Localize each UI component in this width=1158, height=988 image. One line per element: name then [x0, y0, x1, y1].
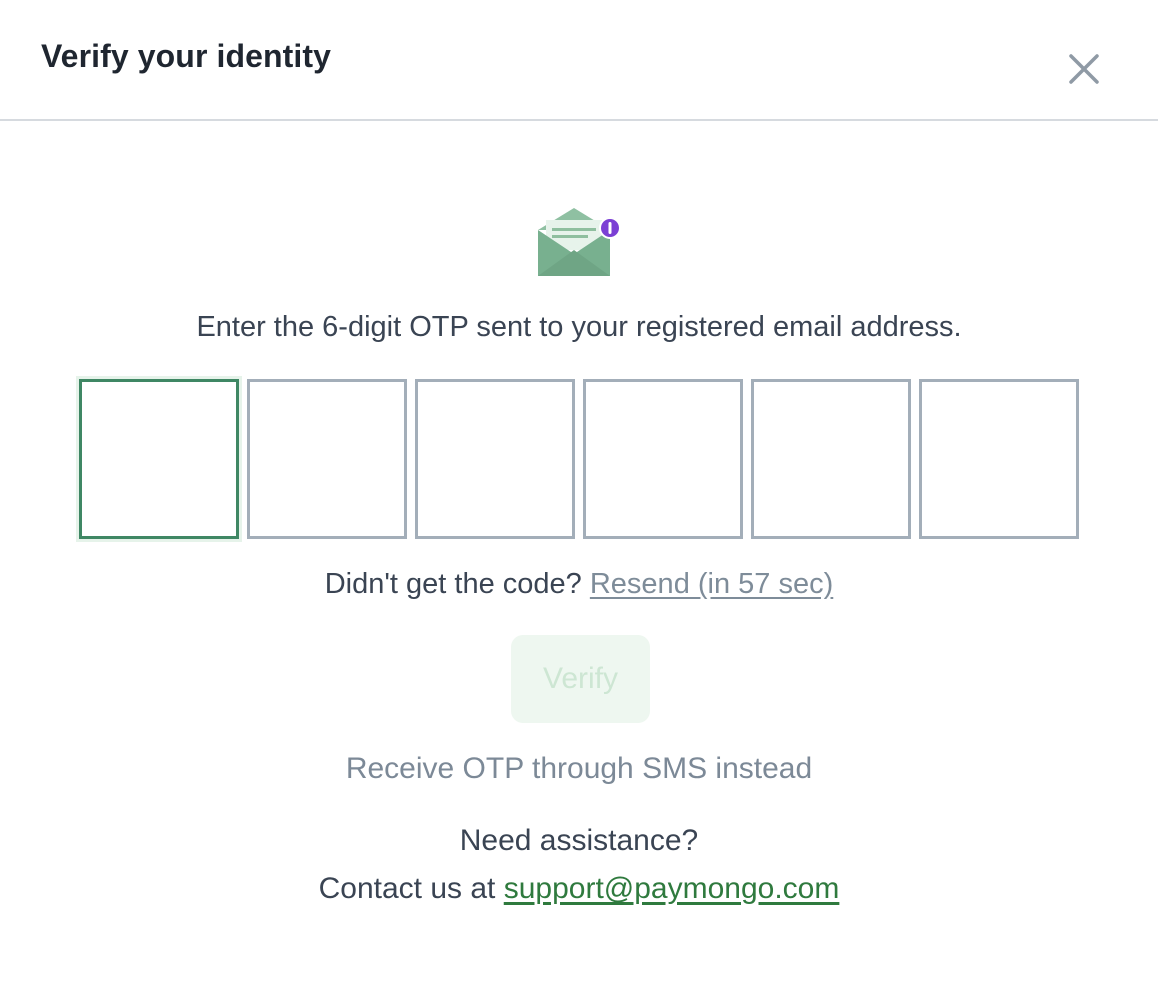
contact-line: Contact us at support@paymongo.com	[0, 872, 1158, 906]
resend-link[interactable]: Resend (in 57 sec)	[590, 568, 833, 600]
otp-digit-3[interactable]	[415, 379, 575, 539]
dialog-header: Verify your identity	[0, 0, 1158, 121]
verify-button[interactable]: Verify	[511, 635, 650, 723]
otp-digit-1[interactable]	[79, 379, 239, 539]
assistance-heading: Need assistance?	[459, 824, 699, 857]
resend-prompt: Didn't get the code?	[324, 568, 582, 600]
verify-identity-dialog: Verify your identity Enter the 6-digit O…	[0, 0, 1158, 988]
otp-digit-5[interactable]	[751, 379, 911, 539]
support-email-link[interactable]: support@paymongo.com	[504, 872, 840, 905]
close-icon	[1069, 54, 1099, 84]
receive-otp-sms-link[interactable]: Receive OTP through SMS instead	[0, 752, 1158, 786]
otp-digit-2[interactable]	[247, 379, 407, 539]
resend-line: Didn't get the code? Resend (in 57 sec)	[0, 568, 1158, 601]
otp-instruction: Enter the 6-digit OTP sent to your regis…	[196, 311, 962, 343]
otp-digit-4[interactable]	[583, 379, 743, 539]
otp-input-group	[79, 379, 1081, 539]
envelope-notification-icon	[538, 208, 621, 276]
contact-prefix: Contact us at	[318, 872, 496, 905]
close-button[interactable]	[1062, 47, 1106, 91]
dialog-title: Verify your identity	[41, 38, 332, 74]
otp-digit-6[interactable]	[919, 379, 1079, 539]
